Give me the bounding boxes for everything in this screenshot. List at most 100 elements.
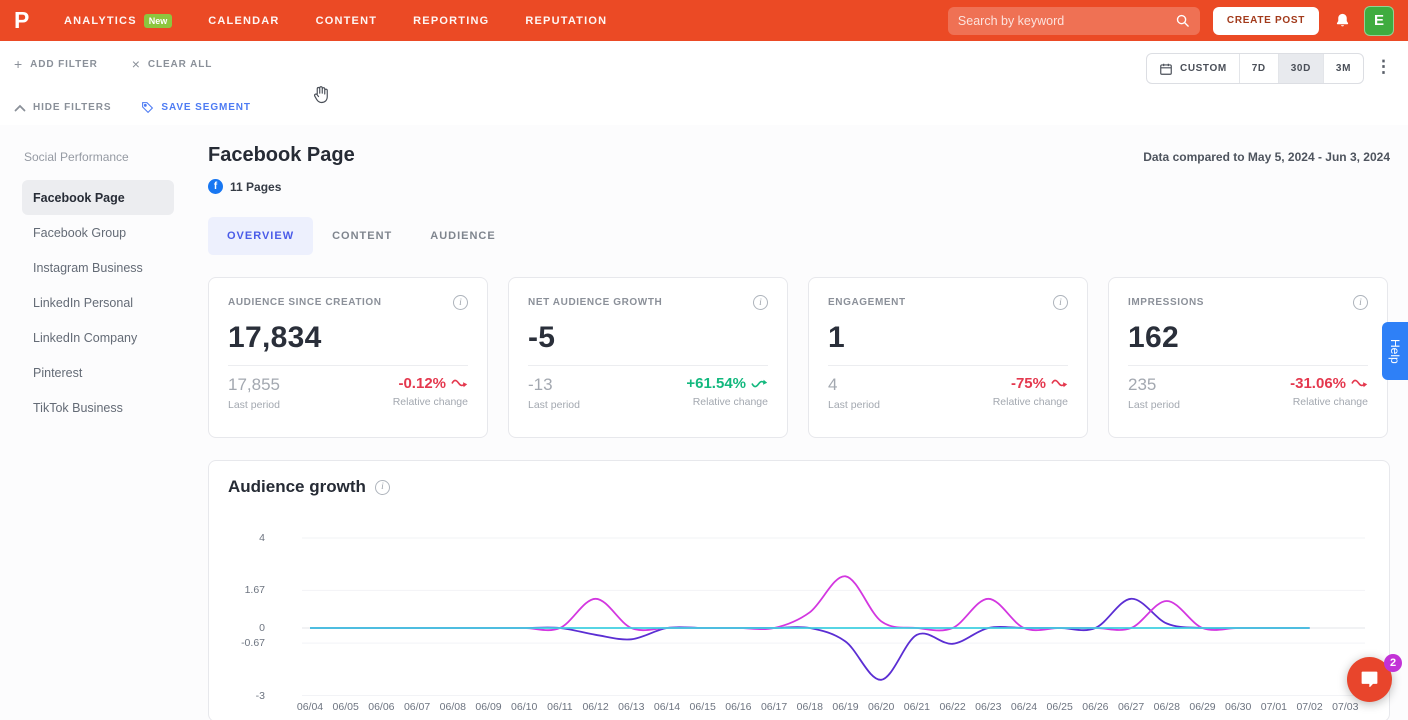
info-icon[interactable] bbox=[1053, 295, 1068, 310]
sidebar: Social Performance Facebook Page Faceboo… bbox=[22, 150, 174, 425]
nav-item-content[interactable]: CONTENT bbox=[316, 15, 378, 27]
info-icon[interactable] bbox=[374, 479, 390, 495]
stat-card-net-audience-growth: NET AUDIENCE GROWTH -5 -13 Last period +… bbox=[508, 277, 788, 438]
stat-card-impressions: IMPRESSIONS 162 235 Last period -31.06% … bbox=[1108, 277, 1388, 438]
close-icon: × bbox=[131, 56, 141, 72]
sidebar-item-pinterest[interactable]: Pinterest bbox=[22, 355, 174, 390]
create-post-button[interactable]: CREATE POST bbox=[1212, 6, 1319, 35]
page-title: Facebook Page bbox=[208, 144, 355, 166]
stat-card-engagement: ENGAGEMENT 1 4 Last period -75% Relative… bbox=[808, 277, 1088, 438]
notifications-bell-icon[interactable] bbox=[1334, 12, 1351, 30]
add-filter-button[interactable]: + ADD FILTER bbox=[14, 57, 98, 71]
more-options-icon[interactable]: ⋮ bbox=[1375, 58, 1392, 75]
last-period-value: 235 bbox=[1128, 375, 1157, 394]
date-range-selector: CUSTOM 7D 30D 3M bbox=[1146, 53, 1364, 84]
tab-label: AUDIENCE bbox=[430, 230, 496, 242]
date-range-7d[interactable]: 7D bbox=[1238, 54, 1278, 83]
chat-bubble-icon bbox=[1359, 669, 1380, 690]
trend-squiggle-icon bbox=[751, 379, 768, 388]
add-filter-label: ADD FILTER bbox=[30, 58, 98, 70]
app-window: P ANALYTICS New CALENDAR CONTENT REPORTI… bbox=[0, 0, 1408, 720]
keyword-search bbox=[947, 6, 1200, 35]
nav-item-label: CALENDAR bbox=[208, 14, 280, 27]
stat-card-audience-since-creation: AUDIENCE SINCE CREATION 17,834 17,855 La… bbox=[208, 277, 488, 438]
relative-change-value: +61.54% bbox=[686, 375, 746, 392]
last-period-value: 17,855 bbox=[228, 375, 280, 394]
chat-unread-badge: 2 bbox=[1384, 654, 1402, 672]
nav-item-reputation[interactable]: REPUTATION bbox=[525, 15, 607, 27]
planable-logo[interactable]: P bbox=[14, 7, 44, 34]
y-axis-label: -3 bbox=[255, 689, 265, 702]
stat-value: 1 bbox=[828, 321, 845, 354]
sidebar-item-label: Pinterest bbox=[33, 365, 83, 380]
chevron-up-icon bbox=[14, 104, 26, 112]
range-label: 3M bbox=[1335, 63, 1351, 74]
clear-all-label: CLEAR ALL bbox=[147, 58, 213, 70]
stat-card-title: IMPRESSIONS bbox=[1128, 297, 1205, 308]
tab-content[interactable]: CONTENT bbox=[313, 217, 411, 255]
sidebar-item-facebook-group[interactable]: Facebook Group bbox=[22, 215, 174, 250]
custom-range-label: CUSTOM bbox=[1180, 63, 1227, 74]
tag-icon bbox=[141, 101, 154, 114]
stat-card-title: ENGAGEMENT bbox=[828, 297, 906, 308]
top-nav: P ANALYTICS New CALENDAR CONTENT REPORTI… bbox=[0, 0, 1408, 41]
y-axis-label: 1.67 bbox=[244, 584, 265, 597]
relative-change-label: Relative change bbox=[392, 396, 468, 408]
stat-card-title: AUDIENCE SINCE CREATION bbox=[228, 297, 382, 308]
nav-item-reporting[interactable]: REPORTING bbox=[413, 15, 489, 27]
info-icon[interactable] bbox=[453, 295, 468, 310]
hide-filters-button[interactable]: HIDE FILTERS bbox=[14, 102, 111, 113]
info-icon[interactable] bbox=[753, 295, 768, 310]
last-period-label: Last period bbox=[828, 399, 880, 411]
relative-change-value: -75% bbox=[1010, 375, 1046, 392]
date-range-custom[interactable]: CUSTOM bbox=[1147, 54, 1239, 83]
hide-filters-label: HIDE FILTERS bbox=[33, 102, 112, 113]
sidebar-item-label: Facebook Page bbox=[33, 190, 125, 205]
tab-label: CONTENT bbox=[332, 230, 393, 242]
new-badge: New bbox=[143, 13, 173, 28]
user-avatar[interactable]: E bbox=[1364, 5, 1394, 36]
range-label: 7D bbox=[1251, 63, 1266, 74]
clear-all-button[interactable]: × CLEAR ALL bbox=[132, 57, 212, 71]
trend-squiggle-icon bbox=[1051, 379, 1068, 388]
tab-audience[interactable]: AUDIENCE bbox=[411, 217, 514, 255]
pages-count-row: f 11 Pages bbox=[208, 179, 281, 194]
date-range-3m[interactable]: 3M bbox=[1322, 54, 1363, 83]
relative-change-value: -0.12% bbox=[398, 375, 446, 392]
sidebar-item-linkedin-personal[interactable]: LinkedIn Personal bbox=[22, 285, 174, 320]
sidebar-item-instagram-business[interactable]: Instagram Business bbox=[22, 250, 174, 285]
sidebar-item-label: LinkedIn Company bbox=[33, 330, 138, 345]
comparison-period-note: Data compared to May 5, 2024 - Jun 3, 20… bbox=[1143, 150, 1390, 164]
search-icon[interactable] bbox=[1175, 13, 1190, 28]
facebook-icon: f bbox=[208, 179, 223, 194]
magenta-line bbox=[309, 575, 1310, 632]
stat-cards-row: AUDIENCE SINCE CREATION 17,834 17,855 La… bbox=[208, 277, 1388, 438]
chart-title: Audience growth bbox=[228, 477, 366, 496]
date-range-30d[interactable]: 30D bbox=[1277, 54, 1323, 83]
stat-value: 17,834 bbox=[228, 321, 322, 354]
sidebar-item-label: Facebook Group bbox=[33, 225, 127, 240]
nav-item-analytics[interactable]: ANALYTICS New bbox=[64, 13, 173, 28]
sidebar-item-linkedin-company[interactable]: LinkedIn Company bbox=[22, 320, 174, 355]
relative-change-value: -31.06% bbox=[1290, 375, 1346, 392]
sidebar-item-label: TikTok Business bbox=[33, 400, 123, 415]
sidebar-item-tiktok-business[interactable]: TikTok Business bbox=[22, 390, 174, 425]
sidebar-header: Social Performance bbox=[24, 150, 129, 164]
pages-count: 11 Pages bbox=[230, 179, 282, 194]
calendar-icon bbox=[1159, 62, 1173, 76]
stat-card-title: NET AUDIENCE GROWTH bbox=[528, 297, 663, 308]
sidebar-item-label: Instagram Business bbox=[33, 260, 143, 275]
nav-item-calendar[interactable]: CALENDAR bbox=[208, 15, 279, 27]
y-axis-label: 4 bbox=[259, 532, 265, 544]
search-input[interactable] bbox=[957, 13, 1175, 28]
y-axis-label: -0.67 bbox=[241, 637, 265, 650]
save-segment-button[interactable]: SAVE SEGMENT bbox=[141, 101, 251, 114]
stat-value: 162 bbox=[1128, 321, 1179, 354]
audience-growth-chart bbox=[302, 537, 1365, 696]
info-icon[interactable] bbox=[1353, 295, 1368, 310]
nav-item-label: REPORTING bbox=[413, 14, 490, 27]
tab-overview[interactable]: OVERVIEW bbox=[208, 217, 314, 255]
sidebar-item-facebook-page[interactable]: Facebook Page bbox=[22, 180, 174, 215]
help-tab[interactable]: Help bbox=[1382, 322, 1408, 380]
relative-change-label: Relative change bbox=[1292, 396, 1368, 408]
